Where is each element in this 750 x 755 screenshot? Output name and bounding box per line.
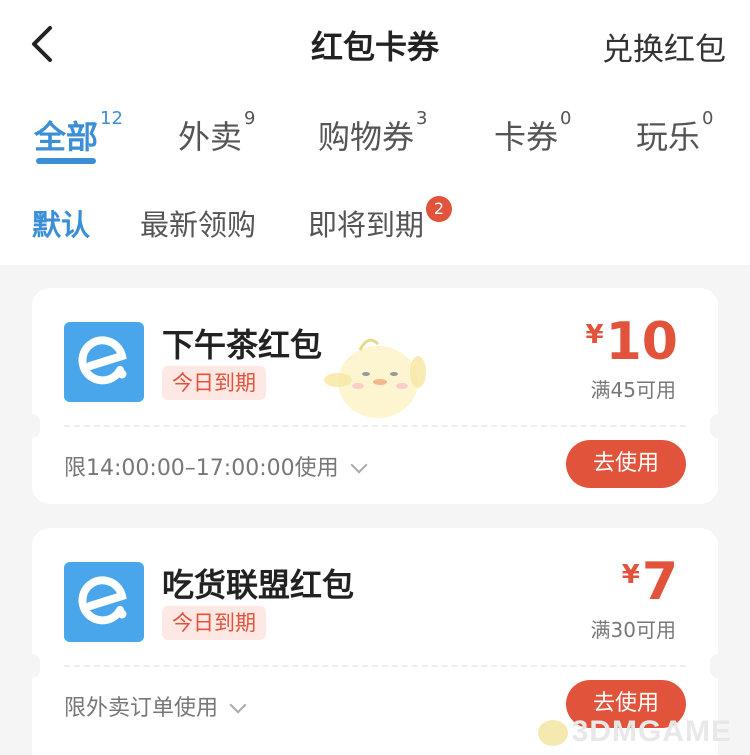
tab-count: 9 (244, 108, 256, 129)
tab-label: 卡券 (494, 118, 559, 156)
currency-symbol: ¥ (621, 560, 640, 590)
usage-condition: 满45可用 (590, 378, 676, 402)
active-tab-indicator (36, 158, 96, 164)
chevron-down-icon (229, 696, 247, 714)
tab-cards[interactable]: 卡券 0 (494, 108, 571, 158)
tab-label: 外卖 (178, 118, 243, 156)
top-header: 红包卡券 兑换红包 全部 12 外卖 9 购物券 3 卡券 0 玩乐 0 默认 最新领购 … (0, 0, 750, 265)
filter-expiring-label: 即将到期 (308, 208, 425, 242)
expiring-count-badge: 2 (426, 196, 453, 222)
card-notch (710, 654, 726, 678)
filter-newest[interactable]: 最新领购 (140, 202, 256, 244)
sort-filters: 默认 最新领购 即将到期 2 (0, 196, 750, 250)
card-notch (24, 654, 40, 678)
tab-takeout[interactable]: 外卖 9 (178, 108, 255, 158)
usage-condition: 满30可用 (590, 618, 676, 642)
card-notch (24, 414, 40, 438)
tab-count: 3 (416, 108, 428, 129)
watermark-text: 3DMGAME (571, 715, 732, 748)
usage-limit-text: 限14:00:00–17:00:00使用 (64, 456, 339, 481)
watermark-logo-icon (537, 720, 568, 747)
coupon-name: 下午茶红包 (162, 326, 323, 364)
coupon-amount: ¥7 (622, 552, 678, 612)
eleme-logo-icon (64, 322, 144, 402)
tab-count: 0 (560, 108, 572, 129)
tab-label: 购物券 (318, 118, 415, 156)
tab-label: 全部 (34, 118, 99, 156)
amount-value: 10 (605, 312, 678, 372)
chevron-down-icon (350, 456, 368, 474)
category-tabs: 全部 12 外卖 9 购物券 3 卡券 0 玩乐 0 (0, 108, 750, 172)
card-divider (64, 665, 686, 667)
use-coupon-button[interactable]: 去使用 (566, 440, 686, 488)
tab-shopping[interactable]: 购物券 3 (318, 108, 427, 158)
card-divider (64, 425, 686, 427)
eleme-logo-icon (64, 562, 144, 642)
usage-limit[interactable]: 限14:00:00–17:00:00使用 (64, 450, 368, 482)
card-notch (710, 414, 726, 438)
chick-mascot-icon (324, 338, 426, 418)
exchange-redpacket-button[interactable]: 兑换红包 (602, 24, 726, 69)
tab-all[interactable]: 全部 12 (34, 108, 123, 158)
expire-tag: 今日到期 (162, 366, 266, 400)
filter-default[interactable]: 默认 (32, 202, 90, 244)
site-watermark: 3DMGAME (537, 715, 732, 749)
usage-limit-text: 限外卖订单使用 (64, 696, 219, 721)
currency-symbol: ¥ (585, 320, 604, 350)
coupon-amount: ¥10 (586, 312, 678, 372)
expire-tag: 今日到期 (162, 606, 266, 640)
amount-value: 7 (641, 552, 678, 612)
tab-fun[interactable]: 玩乐 0 (636, 108, 713, 158)
usage-limit[interactable]: 限外卖订单使用 (64, 690, 247, 722)
tab-label: 玩乐 (636, 118, 701, 156)
coupon-name: 吃货联盟红包 (162, 566, 355, 604)
tab-count: 0 (702, 108, 714, 129)
tab-count: 12 (100, 108, 123, 129)
filter-expiring[interactable]: 即将到期 2 (308, 196, 453, 244)
